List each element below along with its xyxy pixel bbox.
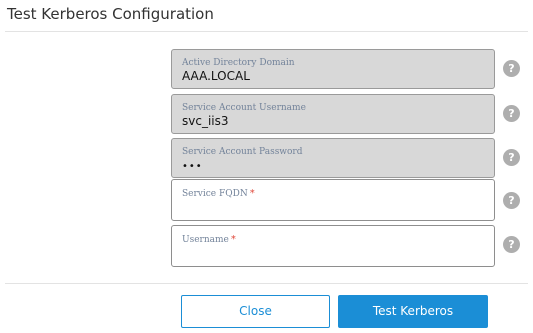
- active-directory-domain-value: AAA.LOCAL: [182, 69, 250, 83]
- footer-divider: [5, 283, 528, 284]
- service-account-username-field: Service Account Username svc_iis3: [171, 94, 495, 134]
- header-divider: [5, 31, 528, 32]
- question-circle-icon[interactable]: ?: [503, 192, 520, 209]
- required-indicator: *: [249, 188, 255, 199]
- service-account-username-value: svc_iis3: [182, 114, 229, 128]
- question-circle-icon[interactable]: ?: [503, 149, 520, 166]
- question-circle-icon[interactable]: ?: [503, 105, 520, 122]
- active-directory-domain-field: Active Directory Domain AAA.LOCAL: [171, 49, 495, 89]
- required-indicator: *: [230, 234, 236, 245]
- active-directory-domain-label: Active Directory Domain: [182, 58, 295, 68]
- service-fqdn-label: Service FQDN *: [182, 188, 255, 199]
- close-button[interactable]: Close: [181, 295, 330, 328]
- dialog-title: Test Kerberos Configuration: [7, 5, 214, 23]
- test-kerberos-dialog: Test Kerberos Configuration Active Direc…: [0, 0, 533, 333]
- question-circle-icon[interactable]: ?: [503, 60, 520, 77]
- username-input[interactable]: Username *: [171, 225, 495, 267]
- question-circle-icon[interactable]: ?: [503, 236, 520, 253]
- service-account-password-label: Service Account Password: [182, 147, 303, 157]
- test-kerberos-button[interactable]: Test Kerberos: [338, 295, 488, 328]
- service-fqdn-input[interactable]: Service FQDN *: [171, 179, 495, 221]
- username-label: Username *: [182, 234, 236, 245]
- service-account-username-label: Service Account Username: [182, 103, 306, 113]
- service-account-password-value: •••: [182, 161, 203, 172]
- service-account-password-field: Service Account Password •••: [171, 138, 495, 178]
